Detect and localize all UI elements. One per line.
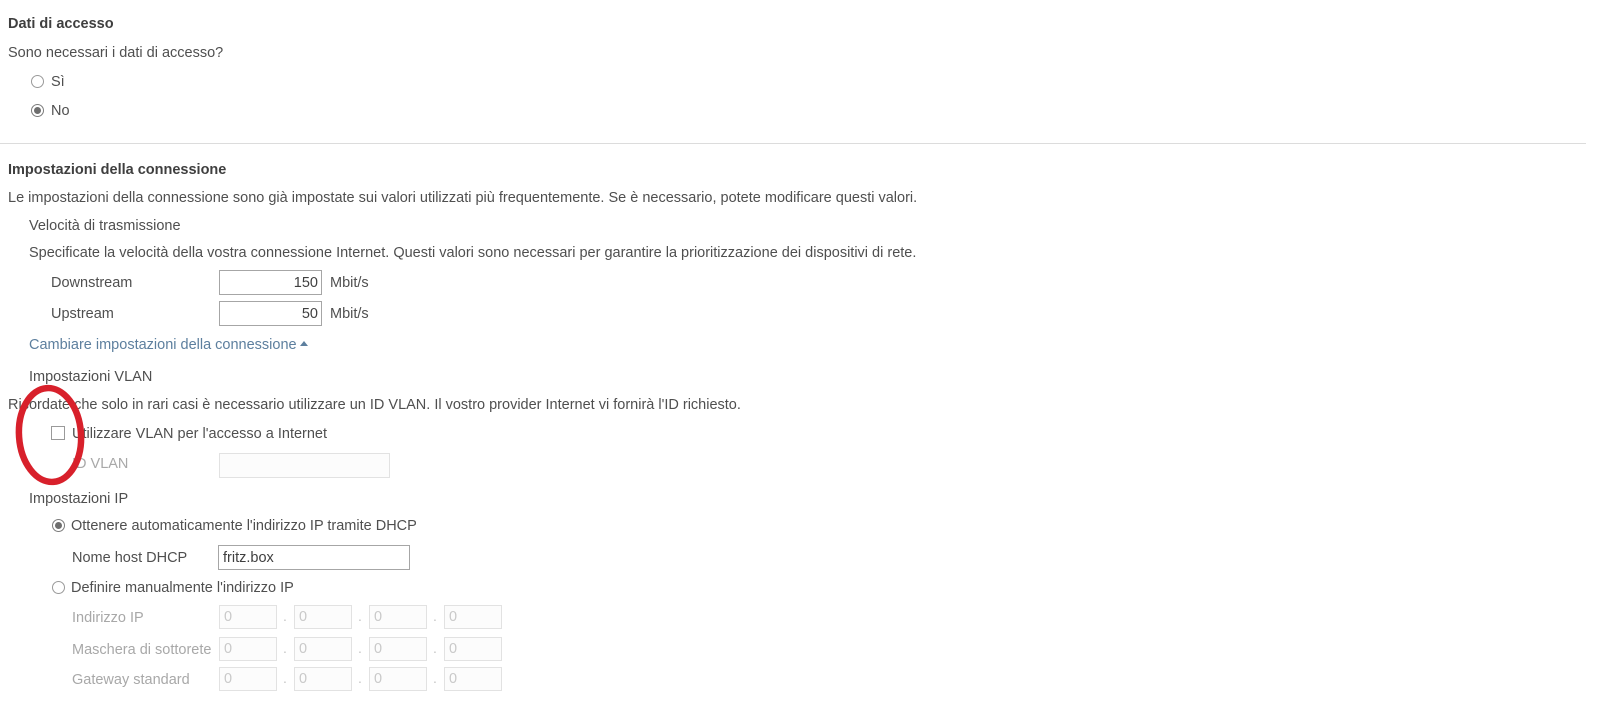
radio-access-data-yes[interactable]	[31, 75, 44, 88]
chevron-up-icon	[299, 341, 308, 346]
default-gateway-label: Gateway standard	[72, 672, 190, 688]
connection-settings-description: Le impostazioni della connessione sono g…	[8, 190, 918, 206]
default-gateway-octet-4[interactable]	[444, 667, 502, 691]
change-connection-settings-link-label: Cambiare impostazioni della connessione	[29, 337, 297, 353]
radio-ip-dhcp-label: Ottenere automaticamente l'indirizzo IP …	[71, 518, 417, 534]
transmission-speed-heading: Velocità di trasmissione	[29, 218, 181, 234]
transmission-speed-description: Specificate la velocità della vostra con…	[29, 245, 917, 261]
connection-settings-title: Impostazioni della connessione	[8, 162, 227, 178]
radio-ip-manual[interactable]	[52, 581, 65, 594]
ip-address-separator-2: .	[358, 608, 362, 624]
ip-address-octet-3[interactable]	[369, 605, 427, 629]
ip-address-separator-3: .	[433, 608, 437, 624]
subnet-mask-label: Maschera di sottorete	[72, 642, 212, 658]
ip-address-label: Indirizzo IP	[72, 610, 144, 626]
downstream-unit: Mbit/s	[330, 275, 369, 291]
access-data-question: Sono necessari i dati di accesso?	[8, 45, 224, 61]
ip-settings-heading: Impostazioni IP	[29, 491, 129, 507]
downstream-input[interactable]	[219, 270, 322, 295]
downstream-label: Downstream	[51, 275, 133, 291]
vlan-enable-checkbox[interactable]	[51, 426, 65, 440]
radio-ip-manual-label: Definire manualmente l'indirizzo IP	[71, 580, 294, 596]
default-gateway-separator-2: .	[358, 670, 362, 686]
subnet-mask-octet-2[interactable]	[294, 637, 352, 661]
default-gateway-octet-2[interactable]	[294, 667, 352, 691]
vlan-id-input[interactable]	[219, 453, 390, 478]
ip-address-octet-4[interactable]	[444, 605, 502, 629]
section-divider	[0, 143, 1586, 144]
upstream-input[interactable]	[219, 301, 322, 326]
access-data-section-title: Dati di accesso	[8, 16, 114, 32]
vlan-settings-heading: Impostazioni VLAN	[29, 369, 153, 385]
settings-page: Dati di accesso Sono necessari i dati di…	[0, 0, 1606, 709]
subnet-mask-octet-4[interactable]	[444, 637, 502, 661]
upstream-label: Upstream	[51, 306, 114, 322]
radio-access-data-yes-label: Sì	[51, 74, 65, 90]
default-gateway-octet-1[interactable]	[219, 667, 277, 691]
subnet-mask-octet-1[interactable]	[219, 637, 277, 661]
ip-address-octet-1[interactable]	[219, 605, 277, 629]
radio-ip-dhcp[interactable]	[52, 519, 65, 532]
subnet-mask-separator-2: .	[358, 640, 362, 656]
change-connection-settings-link[interactable]: Cambiare impostazioni della connessione	[29, 337, 308, 353]
subnet-mask-separator-1: .	[283, 640, 287, 656]
vlan-enable-checkbox-label: Utilizzare VLAN per l'accesso a Internet	[72, 426, 328, 442]
subnet-mask-separator-3: .	[433, 640, 437, 656]
ip-address-octet-2[interactable]	[294, 605, 352, 629]
default-gateway-separator-1: .	[283, 670, 287, 686]
vlan-id-label: ID VLAN	[72, 456, 129, 472]
radio-access-data-no-label: No	[51, 103, 70, 119]
default-gateway-octet-3[interactable]	[369, 667, 427, 691]
vlan-settings-description: Ricordate che solo in rari casi è necess…	[8, 397, 741, 413]
dhcp-hostname-input[interactable]	[218, 545, 410, 570]
ip-address-separator-1: .	[283, 608, 287, 624]
dhcp-hostname-label: Nome host DHCP	[72, 550, 188, 566]
radio-access-data-no[interactable]	[31, 104, 44, 117]
default-gateway-separator-3: .	[433, 670, 437, 686]
subnet-mask-octet-3[interactable]	[369, 637, 427, 661]
upstream-unit: Mbit/s	[330, 306, 369, 322]
